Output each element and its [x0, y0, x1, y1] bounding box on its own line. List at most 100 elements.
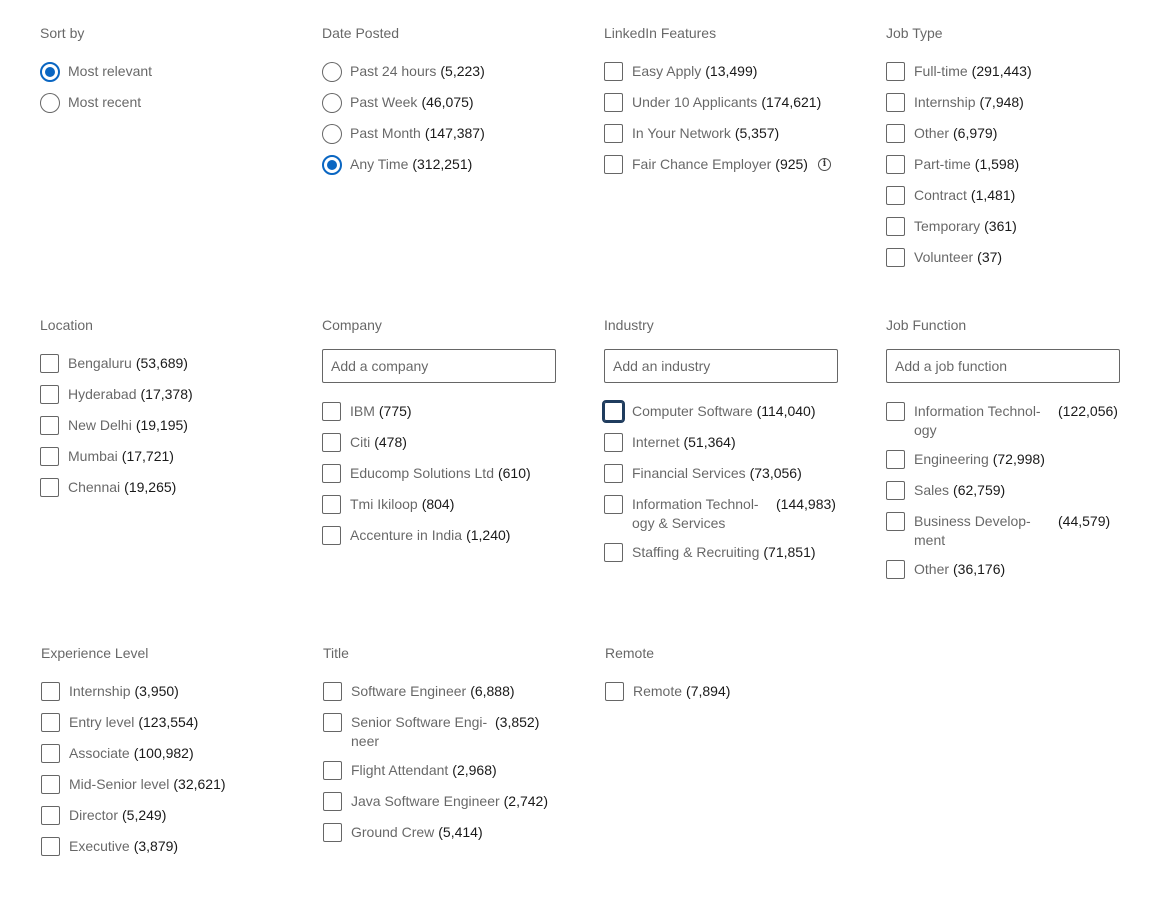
remote-option[interactable]: Remote (7,894) — [605, 682, 865, 703]
date-option-any-time[interactable]: Any Time (312,251) — [322, 155, 582, 176]
checkbox-mumbai[interactable] — [40, 447, 59, 466]
checkbox-volunteer[interactable] — [886, 248, 905, 267]
radio-any-time[interactable] — [322, 155, 342, 175]
date-option-past-week[interactable]: Past Week (46,075) — [322, 93, 582, 114]
info-icon[interactable]: i — [817, 158, 831, 171]
checkbox-director[interactable] — [41, 806, 60, 825]
location-option[interactable]: New Delhi (19,195) — [40, 416, 300, 437]
company-option[interactable]: Educomp Solutions Ltd (610) — [322, 464, 582, 485]
industry-option[interactable]: Internet (51,364) — [604, 433, 864, 454]
checkbox-educomp[interactable] — [322, 464, 341, 483]
checkbox-contract[interactable] — [886, 186, 905, 205]
industry-option[interactable]: Financial Services (73,056) — [604, 464, 864, 485]
job-function-option[interactable]: Information Technol- ogy (122,056) — [886, 402, 1146, 440]
checkbox-internship[interactable] — [886, 93, 905, 112]
checkbox-tmi-ikiloop[interactable] — [322, 495, 341, 514]
checkbox-chennai[interactable] — [40, 478, 59, 497]
experience-option[interactable]: Director (5,249) — [41, 806, 301, 827]
checkbox-software-engineer[interactable] — [323, 682, 342, 701]
checkbox-sales[interactable] — [886, 481, 905, 500]
title-option[interactable]: Flight Attendant (2,968) — [323, 761, 583, 782]
company-option[interactable]: Tmi Ikiloop (804) — [322, 495, 582, 516]
radio-past-month[interactable] — [322, 124, 342, 144]
checkbox-bengaluru[interactable] — [40, 354, 59, 373]
checkbox-java-software-engineer[interactable] — [323, 792, 342, 811]
job-function-option[interactable]: Sales (62,759) — [886, 481, 1146, 502]
title-option[interactable]: Ground Crew (5,414) — [323, 823, 583, 844]
job-function-option[interactable]: Business Develop- ment (44,579) — [886, 512, 1146, 550]
job-type-option[interactable]: Other (6,979) — [886, 124, 1146, 145]
feature-option-under-10-applicants[interactable]: Under 10 Applicants (174,621) — [604, 93, 864, 114]
radio-most-relevant[interactable] — [40, 62, 60, 82]
experience-option[interactable]: Internship (3,950) — [41, 682, 301, 703]
checkbox-entry-level[interactable] — [41, 713, 60, 732]
date-option-past-24-hours[interactable]: Past 24 hours (5,223) — [322, 62, 582, 83]
job-type-option[interactable]: Temporary (361) — [886, 217, 1146, 238]
job-type-option[interactable]: Contract (1,481) — [886, 186, 1146, 207]
company-option[interactable]: IBM (775) — [322, 402, 582, 423]
job-type-option[interactable]: Part-time (1,598) — [886, 155, 1146, 176]
checkbox-executive[interactable] — [41, 837, 60, 856]
date-option-past-month[interactable]: Past Month (147,387) — [322, 124, 582, 145]
location-option[interactable]: Chennai (19,265) — [40, 478, 300, 499]
company-option[interactable]: Accenture in India (1,240) — [322, 526, 582, 547]
job-type-option[interactable]: Volunteer (37) — [886, 248, 1146, 269]
checkbox-business-development[interactable] — [886, 512, 905, 531]
checkbox-hyderabad[interactable] — [40, 385, 59, 404]
checkbox-ibm[interactable] — [322, 402, 341, 421]
checkbox-ground-crew[interactable] — [323, 823, 342, 842]
job-type-option[interactable]: Internship (7,948) — [886, 93, 1146, 114]
location-option[interactable]: Bengaluru (53,689) — [40, 354, 300, 375]
checkbox-information-technology[interactable] — [886, 402, 905, 421]
checkbox-other[interactable] — [886, 124, 905, 143]
title-option[interactable]: Java Software Engineer (2,742) — [323, 792, 583, 813]
checkbox-staffing[interactable] — [604, 543, 623, 562]
sort-option-most-recent[interactable]: Most recent — [40, 93, 300, 114]
checkbox-associate[interactable] — [41, 744, 60, 763]
checkbox-accenture[interactable] — [322, 526, 341, 545]
checkbox-full-time[interactable] — [886, 62, 905, 81]
checkbox-flight-attendant[interactable] — [323, 761, 342, 780]
sort-option-most-relevant[interactable]: Most relevant — [40, 62, 300, 83]
title-option[interactable]: Senior Software Engi- neer (3,852) — [323, 713, 583, 751]
industry-option[interactable]: Staffing & Recruiting (71,851) — [604, 543, 864, 564]
checkbox-under-10-applicants[interactable] — [604, 93, 623, 112]
experience-option[interactable]: Entry level (123,554) — [41, 713, 301, 734]
job-function-option[interactable]: Other (36,176) — [886, 560, 1146, 581]
title-option[interactable]: Software Engineer (6,888) — [323, 682, 583, 703]
checkbox-citi[interactable] — [322, 433, 341, 452]
location-option[interactable]: Hyderabad (17,378) — [40, 385, 300, 406]
add-industry-input[interactable] — [604, 349, 838, 383]
experience-option[interactable]: Executive (3,879) — [41, 837, 301, 858]
checkbox-financial-services[interactable] — [604, 464, 623, 483]
checkbox-fair-chance-employer[interactable] — [604, 155, 623, 174]
radio-most-recent[interactable] — [40, 93, 60, 113]
checkbox-computer-software[interactable] — [602, 400, 625, 423]
checkbox-internship[interactable] — [41, 682, 60, 701]
checkbox-other[interactable] — [886, 560, 905, 579]
radio-past-week[interactable] — [322, 93, 342, 113]
checkbox-mid-senior[interactable] — [41, 775, 60, 794]
checkbox-in-your-network[interactable] — [604, 124, 623, 143]
checkbox-remote[interactable] — [605, 682, 624, 701]
job-type-option[interactable]: Full-time (291,443) — [886, 62, 1146, 83]
checkbox-easy-apply[interactable] — [604, 62, 623, 81]
radio-past-24-hours[interactable] — [322, 62, 342, 82]
checkbox-part-time[interactable] — [886, 155, 905, 174]
location-option[interactable]: Mumbai (17,721) — [40, 447, 300, 468]
checkbox-temporary[interactable] — [886, 217, 905, 236]
checkbox-internet[interactable] — [604, 433, 623, 452]
feature-option-easy-apply[interactable]: Easy Apply (13,499) — [604, 62, 864, 83]
feature-option-in-your-network[interactable]: In Your Network (5,357) — [604, 124, 864, 145]
experience-option[interactable]: Mid-Senior level (32,621) — [41, 775, 301, 796]
add-job-function-input[interactable] — [886, 349, 1120, 383]
industry-option[interactable]: Computer Software (114,040) — [602, 400, 864, 423]
checkbox-senior-software-engineer[interactable] — [323, 713, 342, 732]
checkbox-it-services[interactable] — [604, 495, 623, 514]
checkbox-new-delhi[interactable] — [40, 416, 59, 435]
checkbox-engineering[interactable] — [886, 450, 905, 469]
company-option[interactable]: Citi (478) — [322, 433, 582, 454]
job-function-option[interactable]: Engineering (72,998) — [886, 450, 1146, 471]
add-company-input[interactable] — [322, 349, 556, 383]
feature-option-fair-chance-employer[interactable]: Fair Chance Employer (925) i — [604, 155, 864, 176]
